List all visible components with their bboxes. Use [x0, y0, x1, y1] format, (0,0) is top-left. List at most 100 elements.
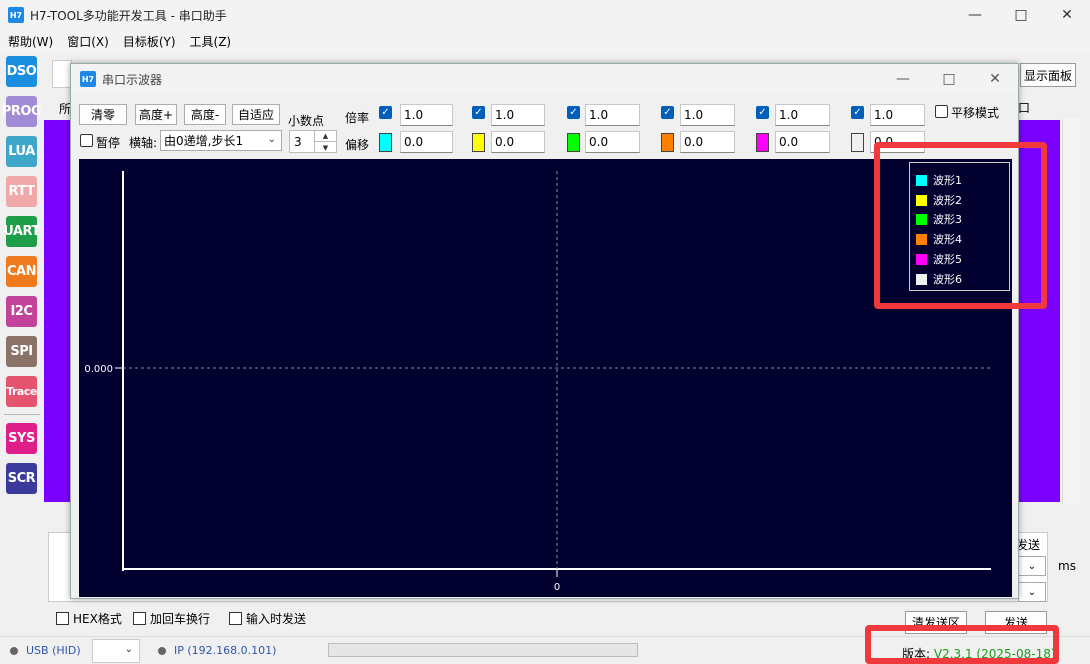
maximize-icon[interactable]: □ — [926, 64, 972, 94]
usb-status-icon — [10, 647, 18, 655]
ip-status-text: IP (192.168.0.101) — [174, 644, 277, 657]
add-crlf-checkbox[interactable] — [133, 612, 146, 625]
channel2-enable-checkbox[interactable]: ✓ — [472, 106, 485, 119]
scope-title: 串口示波器 — [102, 73, 163, 87]
timed-send-label: 发送 — [1016, 538, 1041, 552]
send-mode-select[interactable]: ⌄ — [1018, 582, 1046, 602]
xaxis-label: 横轴: — [129, 136, 158, 150]
background-scrollbar[interactable] — [1062, 118, 1080, 504]
add-crlf-label: 加回车换行 — [150, 612, 211, 626]
y-tick-label: 0.000 — [84, 364, 113, 375]
usb-status-text: USB (HID) — [26, 644, 81, 657]
window-title: H7-TOOL多功能开发工具 - 串口助手 — [30, 8, 227, 23]
clear-button[interactable]: 清零 — [79, 104, 127, 125]
channel1-scale-input[interactable]: 1.0 — [400, 104, 453, 126]
maximize-icon[interactable]: □ — [998, 0, 1044, 30]
channel5-offset-input[interactable]: 0.0 — [775, 131, 830, 153]
scope-title-bar: H7 串口示波器 — □ ✕ — [71, 64, 1018, 94]
sys-button[interactable]: SYS — [6, 423, 37, 454]
tool-sidebar: DSO PROG LUA RTT UART CAN I2C SPI Trace … — [0, 52, 44, 642]
channel5-enable-checkbox[interactable]: ✓ — [756, 106, 769, 119]
x-tick-label: 0 — [554, 582, 560, 593]
background-tab[interactable] — [52, 60, 72, 88]
channel6-enable-checkbox[interactable]: ✓ — [851, 106, 864, 119]
stepper-down-icon[interactable]: ▼ — [314, 142, 336, 153]
channel6-scale-input[interactable]: 1.0 — [870, 104, 925, 126]
channel4-color-swatch[interactable] — [661, 133, 674, 152]
i2c-button[interactable]: I2C — [6, 296, 37, 327]
channel4-scale-input[interactable]: 1.0 — [680, 104, 735, 126]
xaxis-select[interactable]: 由0递增,步长1 ⌄ — [160, 130, 282, 151]
uart-button[interactable]: UART — [3, 216, 40, 247]
window-controls: — □ ✕ — [952, 0, 1090, 30]
channel1-color-swatch[interactable] — [379, 133, 392, 152]
menu-help[interactable]: 帮助(W) — [8, 33, 53, 50]
minimize-icon[interactable]: — — [952, 0, 998, 30]
scr-button[interactable]: SCR — [6, 463, 37, 494]
channel2-scale-input[interactable]: 1.0 — [491, 104, 545, 126]
decimal-stepper[interactable]: 3 ▲ ▼ — [289, 130, 337, 153]
channel3-scale-input[interactable]: 1.0 — [585, 104, 640, 126]
auto-fit-button[interactable]: 自适应 — [232, 104, 280, 125]
prog-button[interactable]: PROG — [2, 96, 42, 127]
offset-label: 偏移 — [345, 138, 370, 152]
hex-format-label: HEX格式 — [73, 612, 122, 626]
pause-label: 暂停 — [96, 136, 121, 150]
close-icon[interactable]: ✕ — [972, 64, 1018, 94]
ms-unit-label: ms — [1058, 559, 1076, 573]
send-on-input-option[interactable]: 输入时发送 — [229, 610, 306, 627]
channel4-enable-checkbox[interactable]: ✓ — [661, 106, 674, 119]
channel4-offset-input[interactable]: 0.0 — [680, 131, 735, 153]
menu-window[interactable]: 窗口(X) — [67, 33, 109, 50]
scale-label: 倍率 — [345, 111, 370, 125]
pan-mode-label: 平移模式 — [951, 106, 1000, 120]
spi-button[interactable]: SPI — [6, 336, 37, 367]
minimize-icon[interactable]: — — [880, 64, 926, 94]
channel3-color-swatch[interactable] — [567, 133, 580, 152]
channel1-enable-checkbox[interactable]: ✓ — [379, 106, 392, 119]
pan-mode-checkbox[interactable] — [935, 105, 948, 118]
channel5-color-swatch[interactable] — [756, 133, 769, 152]
hex-format-checkbox[interactable] — [56, 612, 69, 625]
interval-select[interactable]: ⌄ — [1018, 556, 1046, 576]
show-panel-button[interactable]: 显示面板 — [1020, 63, 1076, 87]
decimal-label: 小数点 — [288, 114, 325, 128]
rtt-button[interactable]: RTT — [6, 176, 37, 207]
stepper-up-icon[interactable]: ▲ — [314, 131, 336, 142]
channel2-color-swatch[interactable] — [472, 133, 485, 152]
menu-bar: 帮助(W) 窗口(X) 目标板(Y) 工具(Z) — [0, 30, 1090, 52]
version-highlight-box — [865, 625, 1059, 664]
dso-button[interactable]: DSO — [6, 56, 37, 87]
channel3-offset-input[interactable]: 0.0 — [585, 131, 640, 153]
channel2-offset-input[interactable]: 0.0 — [491, 131, 545, 153]
main-title-bar: H7 H7-TOOL多功能开发工具 - 串口助手 — □ ✕ — [0, 0, 1090, 30]
menu-tools[interactable]: 工具(Z) — [190, 33, 232, 50]
decimal-value: 3 — [294, 135, 302, 149]
progress-bar — [328, 643, 638, 657]
chevron-down-icon: ⌄ — [124, 644, 133, 655]
waveform-plot[interactable]: 0.000 0 波形1 波形2 波形3 波形4 波形5 波形6 — [79, 159, 1012, 597]
app-icon: H7 — [8, 7, 24, 23]
add-crlf-option[interactable]: 加回车换行 — [133, 610, 210, 627]
trace-button[interactable]: Trace — [6, 376, 37, 407]
height-down-button[interactable]: 高度- — [184, 104, 226, 125]
scope-window-controls: — □ ✕ — [880, 64, 1018, 94]
channel3-enable-checkbox[interactable]: ✓ — [567, 106, 580, 119]
height-up-button[interactable]: 高度+ — [135, 104, 177, 125]
lua-button[interactable]: LUA — [6, 136, 37, 167]
background-port-fragment: 口 — [1018, 101, 1031, 115]
chevron-down-icon: ⌄ — [267, 134, 276, 145]
hex-format-option[interactable]: HEX格式 — [56, 610, 122, 627]
can-button[interactable]: CAN — [6, 256, 37, 287]
channel6-color-swatch[interactable] — [851, 133, 864, 152]
close-icon[interactable]: ✕ — [1044, 0, 1090, 30]
send-on-input-checkbox[interactable] — [229, 612, 242, 625]
xaxis-select-value: 由0递增,步长1 — [164, 134, 244, 148]
channel1-offset-input[interactable]: 0.0 — [400, 131, 453, 153]
ip-status-icon — [158, 647, 166, 655]
plot-axes: 0.000 0 — [84, 171, 991, 593]
menu-target-board[interactable]: 目标板(Y) — [123, 33, 176, 50]
pause-checkbox[interactable] — [80, 134, 93, 147]
device-select[interactable]: ⌄ — [92, 639, 140, 663]
channel5-scale-input[interactable]: 1.0 — [775, 104, 830, 126]
